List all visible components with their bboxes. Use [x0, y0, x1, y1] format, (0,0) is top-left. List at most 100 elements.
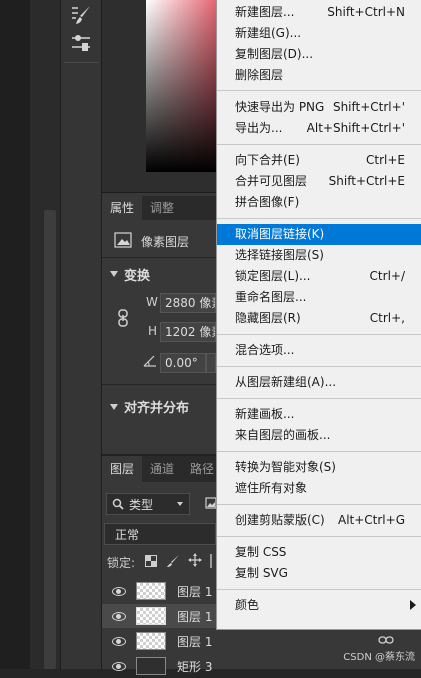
pixel-layer-icon: [114, 232, 132, 248]
menu-item-merge-visible[interactable]: 合并可见图层 Shift+Ctrl+E: [217, 171, 421, 192]
menu-shortcut: Shift+Ctrl+N: [327, 5, 405, 19]
lock-image-icon[interactable]: [166, 554, 180, 568]
menu-item-rename-layer[interactable]: 重命名图层...: [217, 287, 421, 308]
menu-shortcut: Ctrl+/: [369, 269, 405, 283]
menu-separator: [217, 451, 421, 452]
divider: [102, 384, 216, 385]
menu-item-merge-down[interactable]: 向下合并(E) Ctrl+E: [217, 150, 421, 171]
menu-item-new-group[interactable]: 新建组(G)...: [217, 23, 421, 44]
menu-label: 导出为...: [235, 121, 283, 135]
menu-separator: [217, 504, 421, 505]
menu-item-flatten-image[interactable]: 拼合图像(F): [217, 192, 421, 213]
blend-mode-select[interactable]: 正常: [104, 523, 216, 545]
visibility-eye-icon[interactable]: [112, 637, 126, 646]
menu-label: 混合选项...: [235, 343, 295, 357]
height-field[interactable]: 1202 像素: [160, 322, 216, 342]
panel-icon-strip: [60, 0, 102, 669]
menu-label: 拼合图像(F): [235, 195, 300, 209]
menu-label: 新建画板...: [235, 407, 295, 421]
menu-label: 合并可见图层: [235, 174, 308, 188]
menu-item-mask-all-objects[interactable]: 遮住所有对象: [217, 478, 421, 499]
menu-item-blending-options[interactable]: 混合选项...: [217, 340, 421, 361]
menu-item-convert-smart-object[interactable]: 转换为智能对象(S): [217, 457, 421, 478]
menu-label: 取消图层链接(K): [235, 227, 325, 241]
menu-separator: [217, 536, 421, 537]
tab-layers[interactable]: 图层: [102, 456, 143, 482]
menu-item-lock-layers[interactable]: 锁定图层(L)... Ctrl+/: [217, 266, 421, 287]
layer-thumbnail: [136, 582, 166, 600]
layer-thumbnail: [136, 632, 166, 650]
menu-separator: [217, 218, 421, 219]
menu-label: 锁定图层(L)...: [235, 269, 311, 283]
menu-item-copy-css[interactable]: 复制 CSS: [217, 542, 421, 563]
width-field[interactable]: 2880 像素: [160, 293, 216, 313]
menu-item-duplicate-layer[interactable]: 复制图层(D)...: [217, 44, 421, 65]
tab-channels[interactable]: 通道: [142, 456, 182, 482]
tab-properties[interactable]: 属性: [102, 196, 143, 220]
blend-mode-value: 正常: [115, 528, 140, 542]
menu-label: 向下合并(E): [235, 153, 300, 167]
layer-name[interactable]: 矩形 3: [177, 658, 212, 675]
menu-label: 删除图层: [235, 68, 284, 82]
align-collapse-icon[interactable]: [110, 404, 118, 410]
lock-label: 锁定:: [107, 556, 136, 570]
transform-collapse-icon[interactable]: [110, 271, 118, 277]
menu-item-unlink-layers[interactable]: 取消图层链接(K): [217, 224, 421, 245]
menu-item-create-clipping-mask[interactable]: 创建剪贴蒙版(C) Alt+Ctrl+G: [217, 510, 421, 531]
layer-filter-select[interactable]: 类型: [106, 493, 190, 515]
menu-shortcut: Shift+Ctrl+': [332, 100, 405, 114]
angle-icon: [143, 355, 156, 367]
brush-settings-icon[interactable]: [70, 4, 94, 26]
width-label: W: [146, 295, 158, 309]
menu-item-delete-layer[interactable]: 删除图层: [217, 65, 421, 86]
menu-shortcut: Shift+Ctrl+E: [328, 174, 405, 188]
toolbar-divider: [64, 62, 98, 63]
angle-dropdown-icon[interactable]: [206, 353, 216, 373]
menu-item-new-layer[interactable]: 新建图层... Shift+Ctrl+N: [217, 2, 421, 23]
menu-item-color[interactable]: 颜色: [217, 595, 421, 616]
menu-label: 新建组(G)...: [235, 26, 302, 40]
menu-item-copy-svg[interactable]: 复制 SVG: [217, 563, 421, 584]
menu-item-group-from-layers[interactable]: 从图层新建组(A)...: [217, 372, 421, 393]
menu-label: 选择链接图层(S): [235, 248, 324, 262]
lock-artboard-icon[interactable]: [208, 554, 216, 568]
align-distribute-title: 对齐并分布: [124, 401, 190, 416]
layer-name[interactable]: 图层 1: [177, 633, 212, 650]
menu-label: 重命名图层...: [235, 290, 307, 304]
menu-separator: [217, 144, 421, 145]
menu-label: 快速导出为 PNG: [235, 100, 325, 114]
menu-label: 隐藏图层(R): [235, 311, 301, 325]
menu-item-quick-export-png[interactable]: 快速导出为 PNG Shift+Ctrl+': [217, 97, 421, 118]
menu-item-export-as[interactable]: 导出为... Alt+Shift+Ctrl+': [217, 118, 421, 139]
menu-item-hide-layers[interactable]: 隐藏图层(R) Ctrl+,: [217, 308, 421, 329]
transform-title: 变换: [124, 269, 151, 284]
tab-adjustments[interactable]: 调整: [142, 196, 182, 220]
visibility-eye-icon[interactable]: [112, 662, 126, 671]
angle-field[interactable]: 0.00°: [160, 353, 206, 373]
menu-item-select-linked[interactable]: 选择链接图层(S): [217, 245, 421, 266]
layer-name[interactable]: 图层 1: [177, 583, 212, 600]
chevron-down-icon: [177, 502, 183, 506]
lock-position-icon[interactable]: [188, 553, 202, 567]
layer-filter-value: 类型: [129, 498, 154, 512]
scrollbar-thumb[interactable]: [44, 210, 56, 669]
shape-thumbnail-icon: [136, 657, 166, 675]
menu-label: 来自图层的画板...: [235, 428, 331, 442]
visibility-eye-icon[interactable]: [112, 612, 126, 621]
submenu-arrow-icon: [410, 600, 416, 610]
visibility-eye-icon[interactable]: [112, 587, 126, 596]
menu-label: 从图层新建组(A)...: [235, 375, 337, 389]
menu-label: 复制图层(D)...: [235, 47, 314, 61]
search-icon: [112, 498, 124, 510]
color-picker-field[interactable]: [146, 0, 218, 172]
lock-transparent-icon[interactable]: [145, 555, 157, 567]
clone-source-icon[interactable]: [70, 33, 94, 55]
link-chain-icon[interactable]: [117, 309, 129, 327]
menu-shortcut: Alt+Ctrl+G: [337, 513, 405, 527]
menu-separator: [217, 398, 421, 399]
watermark: CSDN @蔡东流: [343, 652, 415, 663]
menu-label: 遮住所有对象: [235, 481, 308, 495]
menu-item-artboard-from-layers[interactable]: 来自图层的画板...: [217, 425, 421, 446]
workspace-edge: [0, 0, 30, 669]
menu-item-new-artboard[interactable]: 新建画板...: [217, 404, 421, 425]
